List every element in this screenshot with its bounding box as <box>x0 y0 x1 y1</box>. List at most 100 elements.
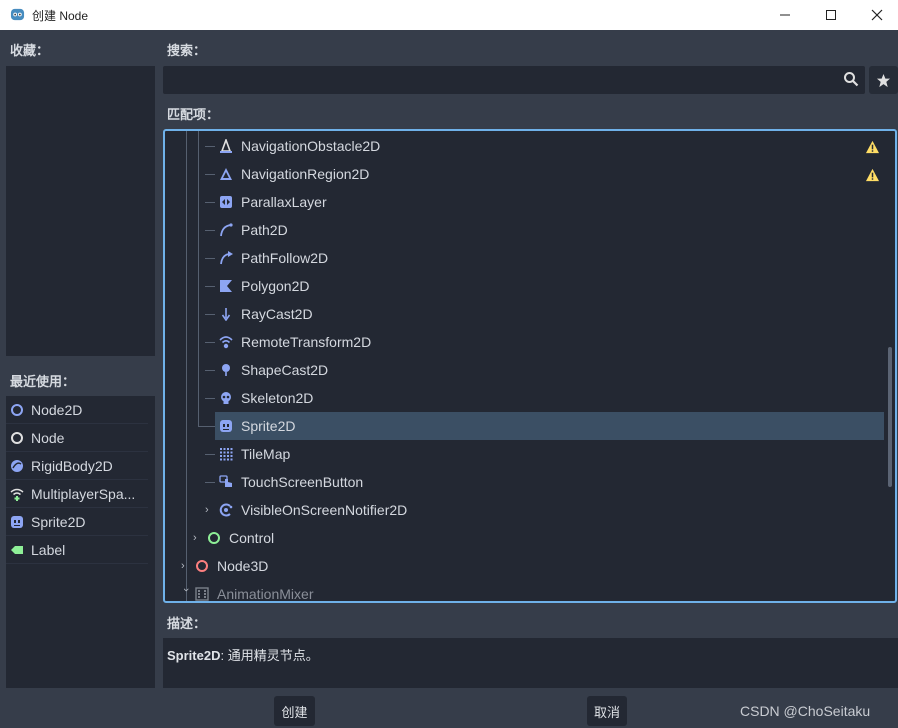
minimize-icon <box>780 14 790 16</box>
tree-scrollbar-thumb[interactable] <box>888 347 892 487</box>
search-icon[interactable] <box>843 71 859 87</box>
parallax-layer-icon <box>220 196 232 208</box>
tree-item-control[interactable]: › Control <box>165 524 885 552</box>
close-button[interactable] <box>854 0 898 30</box>
recent-item-label: Node <box>31 430 65 446</box>
tree-item-node3d[interactable]: › Node3D <box>165 552 885 580</box>
maximize-icon <box>826 10 836 20</box>
shapecast2d-icon <box>222 364 230 376</box>
tree-item-label: Path2D <box>241 222 288 238</box>
create-button[interactable]: 创建 <box>274 696 315 726</box>
visible-on-screen-notifier2d-icon <box>219 503 233 517</box>
tree-item-navigation-obstacle2d[interactable]: NavigationObstacle2D <box>165 132 885 160</box>
path2d-icon <box>220 223 233 237</box>
matches-label: 匹配项： <box>167 107 220 122</box>
navigation-region2d-icon <box>220 168 232 180</box>
tree-item-path-follow2d[interactable]: PathFollow2D <box>165 244 885 272</box>
animation-mixer-icon <box>195 587 209 601</box>
tree-item-label: RayCast2D <box>241 306 313 322</box>
tree-item-label: TouchScreenButton <box>241 474 364 490</box>
recent-item-label: RigidBody2D <box>31 458 113 474</box>
tree-item-label: TileMap <box>241 446 291 462</box>
node3d-icon <box>196 560 208 572</box>
tree-item-label: AnimationMixer <box>217 586 314 602</box>
favorites-label: 收藏： <box>10 43 50 58</box>
expand-arrow-icon[interactable]: › <box>193 531 205 545</box>
search-label: 搜索： <box>167 43 207 58</box>
tree-item-label: Skeleton2D <box>241 390 314 406</box>
tree-item-label: NavigationRegion2D <box>241 166 370 182</box>
recent-item-rigidbody2d[interactable]: RigidBody2D <box>6 452 148 480</box>
window-titlebar: 创建 Node <box>0 0 898 30</box>
watermark: CSDN @ChoSeitaku <box>740 703 871 719</box>
maximize-button[interactable] <box>808 0 854 30</box>
recent-item-node2d[interactable]: Node2D <box>6 396 148 424</box>
close-icon <box>871 9 883 21</box>
matches-tree[interactable]: NavigationObstacle2D NavigationRegion2D … <box>163 129 897 603</box>
tree-item-touch-screen-button[interactable]: TouchScreenButton <box>165 468 885 496</box>
recent-item-multiplayer-spawner[interactable]: MultiplayerSpa... <box>6 480 148 508</box>
godot-logo-icon <box>10 8 25 21</box>
warning-icon <box>865 140 880 154</box>
warning-icon <box>865 168 880 182</box>
tree-item-raycast2d[interactable]: RayCast2D <box>165 300 885 328</box>
description-text: Sprite2D: 通用精灵节点。 <box>167 645 319 664</box>
sprite2d-icon <box>11 516 23 528</box>
tree-item-path2d[interactable]: Path2D <box>165 216 885 244</box>
tree-item-polygon2d[interactable]: Polygon2D <box>165 272 885 300</box>
polygon2d-icon <box>220 280 232 292</box>
label-icon <box>11 546 23 554</box>
tree-item-sprite2d[interactable]: Sprite2D <box>215 412 884 440</box>
recent-label: 最近使用： <box>10 374 76 389</box>
node2d-icon <box>11 404 23 416</box>
tree-item-label: Sprite2D <box>241 418 296 434</box>
cancel-button[interactable]: 取消 <box>587 696 627 726</box>
search-input[interactable] <box>163 66 865 94</box>
tilemap-icon <box>220 448 233 461</box>
tree-item-label: Control <box>229 530 275 546</box>
raycast2d-icon <box>221 308 231 321</box>
tree-item-label: VisibleOnScreenNotifier2D <box>241 502 408 518</box>
expand-arrow-icon[interactable]: › <box>205 503 217 517</box>
tree-item-label: NavigationObstacle2D <box>241 138 381 154</box>
minimize-button[interactable] <box>762 0 808 30</box>
tree-item-shapecast2d[interactable]: ShapeCast2D <box>165 356 885 384</box>
tree-item-skeleton2d[interactable]: Skeleton2D <box>165 384 885 412</box>
node-icon <box>11 432 23 444</box>
recent-item-label: MultiplayerSpa... <box>31 486 136 502</box>
recent-item-sprite2d[interactable]: Sprite2D <box>6 508 148 536</box>
description-body: : 通用精灵节点。 <box>220 648 319 663</box>
tree-item-visible-on-screen-notifier2d[interactable]: › VisibleOnScreenNotifier2D <box>165 496 885 524</box>
recent-item-node[interactable]: Node <box>6 424 148 452</box>
sprite2d-icon <box>220 420 232 432</box>
tree-item-remote-transform2d[interactable]: RemoteTransform2D <box>165 328 885 356</box>
tree-item-parallax-layer[interactable]: ParallaxLayer <box>165 188 885 216</box>
tree-item-tilemap[interactable]: TileMap <box>165 440 885 468</box>
tree-item-label: Node3D <box>217 558 269 574</box>
description-panel: Sprite2D: 通用精灵节点。 <box>163 638 898 688</box>
recent-list[interactable]: Node2D Node RigidBody2D MultiplayerSpa..… <box>6 396 155 688</box>
recent-item-label: Label <box>31 542 66 558</box>
favorites-list[interactable] <box>6 66 155 356</box>
remote-transform2d-icon <box>219 336 233 349</box>
navigation-obstacle2d-icon <box>220 139 232 153</box>
multiplayer-spawner-icon <box>10 488 24 501</box>
tree-item-label: RemoteTransform2D <box>241 334 372 350</box>
recent-item-label: Sprite2D <box>31 514 86 530</box>
tree-item-animation-mixer[interactable]: › AnimationMixer <box>165 580 885 602</box>
recent-item-label-node[interactable]: Label <box>6 536 148 564</box>
path-follow2d-icon <box>220 251 233 265</box>
touch-screen-button-icon <box>219 475 232 487</box>
collapse-arrow-icon[interactable]: › <box>179 588 193 600</box>
star-icon <box>876 73 891 87</box>
expand-arrow-icon[interactable]: › <box>181 559 193 573</box>
control-icon <box>208 532 220 544</box>
tree-guide-line <box>198 426 216 427</box>
skeleton2d-icon <box>221 392 231 404</box>
description-node-name: Sprite2D <box>167 648 221 663</box>
tree-item-label: Polygon2D <box>241 278 310 294</box>
recent-item-label: Node2D <box>31 402 83 418</box>
tree-item-navigation-region2d[interactable]: NavigationRegion2D <box>165 160 885 188</box>
rigidbody2d-icon <box>11 460 23 472</box>
favorite-toggle-button[interactable] <box>869 66 898 94</box>
